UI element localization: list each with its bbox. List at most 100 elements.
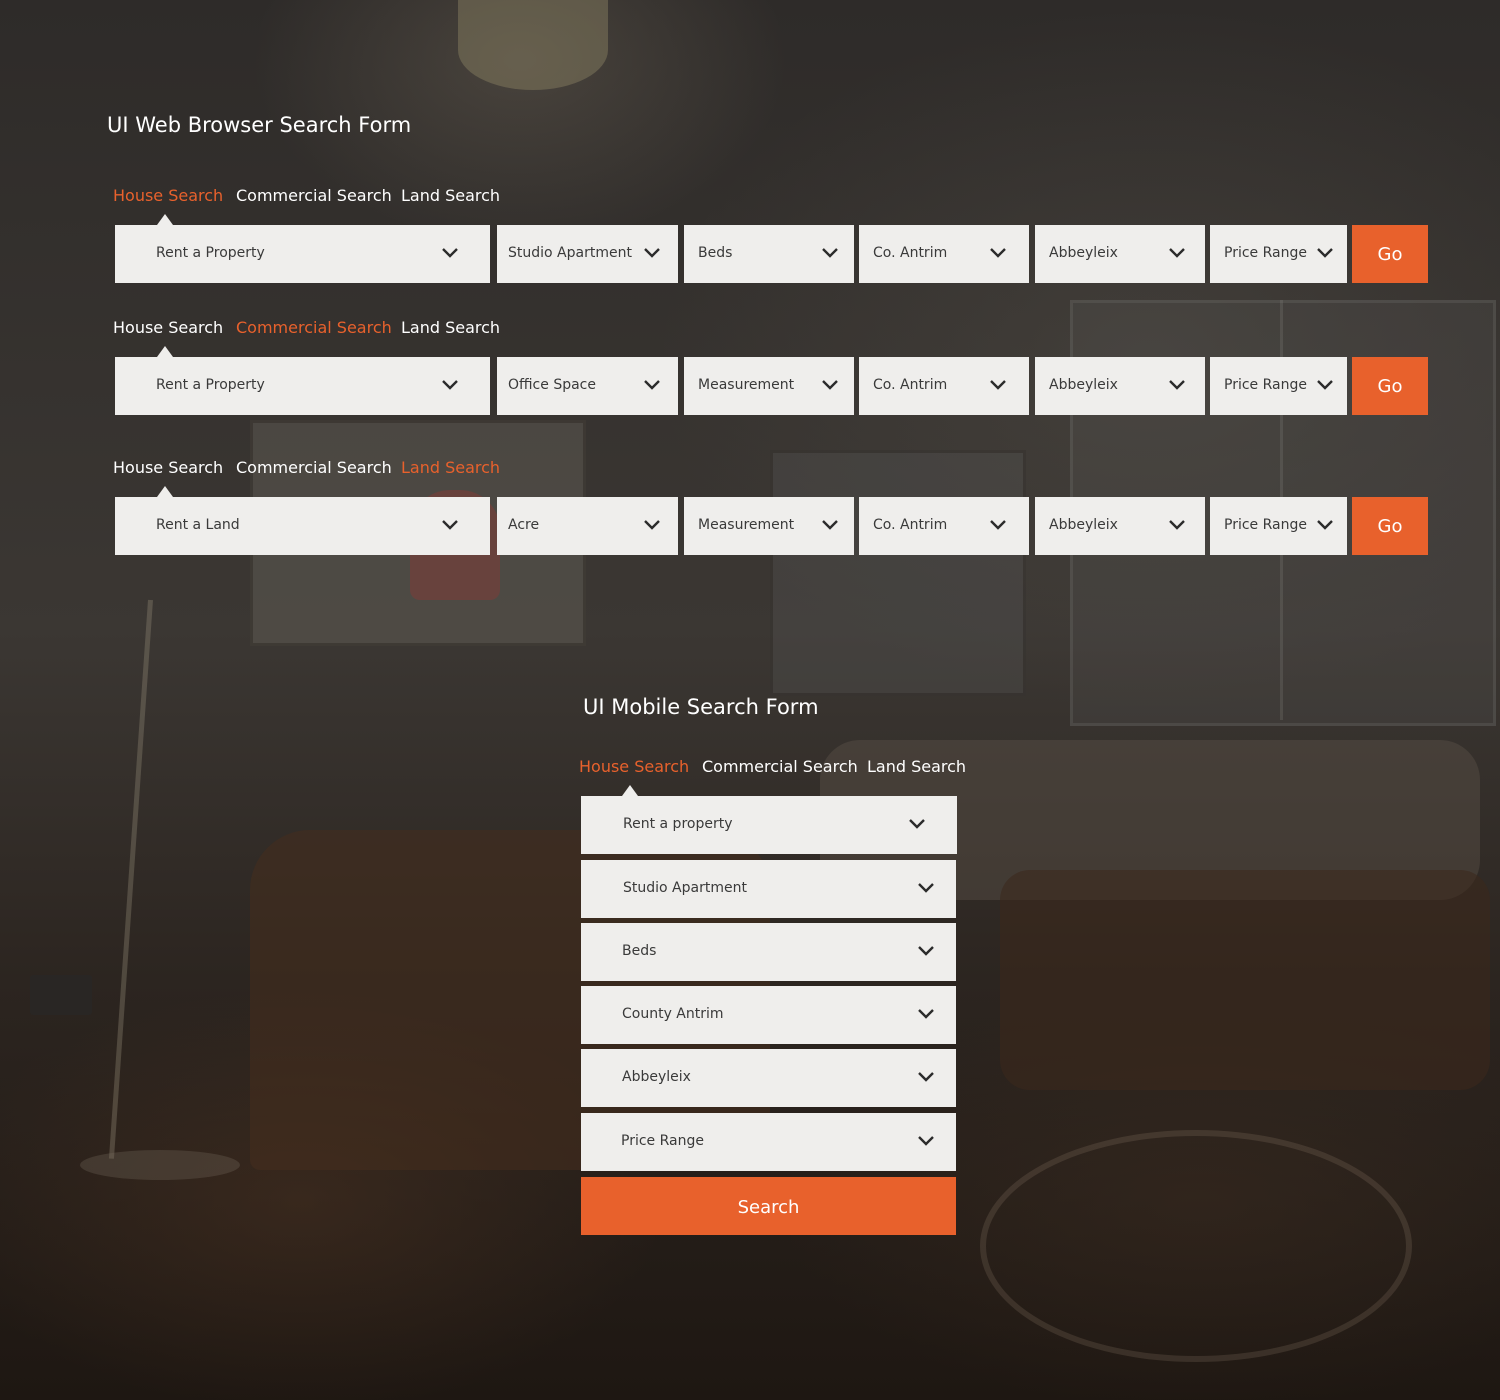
web-form-title: UI Web Browser Search Form [107,113,412,137]
chevron-down-icon [989,247,1007,259]
tab-commercial-search[interactable]: Commercial Search [236,318,392,337]
select-value: County Antrim [622,1006,724,1022]
transaction-select[interactable]: Rent a Land [115,497,490,555]
chevron-down-icon [643,379,661,391]
chevron-down-icon [1316,519,1334,531]
chevron-down-icon [821,247,839,259]
mobile-tabs: House Search Commercial Search Land Sear… [579,757,969,787]
town-select[interactable]: Abbeyleix [1035,497,1205,555]
floor-lamp-base [80,1150,240,1180]
chevron-down-icon [643,519,661,531]
town-select[interactable]: Abbeyleix [1035,225,1205,283]
county-select[interactable]: Co. Antrim [859,497,1029,555]
wall-socket [30,975,92,1015]
price-range-select[interactable]: Price Range [1210,357,1347,415]
chevron-down-icon [917,1135,935,1147]
select-value: Price Range [1224,245,1307,261]
price-range-select[interactable]: Price Range [1210,225,1347,283]
chevron-down-icon [821,379,839,391]
select-value: Abbeyleix [1049,245,1118,261]
tab-land-search[interactable]: Land Search [867,757,966,776]
chevron-down-icon [908,818,926,830]
tab-land-search[interactable]: Land Search [401,318,500,337]
go-button[interactable]: Go [1352,497,1428,555]
select-value: Price Range [1224,377,1307,393]
tab-commercial-search[interactable]: Commercial Search [236,186,392,205]
beds-select[interactable]: Beds [684,225,854,283]
property-type-select[interactable]: Studio Apartment [497,225,678,283]
triangle-up-icon [157,346,173,357]
select-value: Studio Apartment [623,880,747,896]
chevron-down-icon [989,379,1007,391]
county-select[interactable]: Co. Antrim [859,225,1029,283]
chevron-down-icon [441,379,459,391]
chevron-down-icon [1168,519,1186,531]
tab-house-search[interactable]: House Search [579,757,689,776]
select-value: Rent a Land [156,517,240,533]
select-value: Price Range [621,1133,704,1149]
chevron-down-icon [917,882,935,894]
tab-land-search[interactable]: Land Search [401,186,500,205]
tab-house-search[interactable]: House Search [113,186,223,205]
property-type-select[interactable]: Studio Apartment [581,860,956,918]
select-value: Acre [508,517,540,533]
town-select[interactable]: Abbeyleix [581,1049,956,1107]
triangle-up-icon [157,486,173,497]
tab-house-search[interactable]: House Search [113,458,223,477]
go-button[interactable]: Go [1352,225,1428,283]
ottoman [1000,870,1490,1090]
select-value: Rent a Property [156,245,265,261]
beds-select[interactable]: Beds [581,923,956,981]
transaction-select[interactable]: Rent a property [581,796,957,854]
chevron-down-icon [1316,247,1334,259]
chevron-down-icon [441,247,459,259]
measurement-select[interactable]: Measurement [684,357,854,415]
town-select[interactable]: Abbeyleix [1035,357,1205,415]
select-value: Abbeyleix [622,1069,691,1085]
floor-lamp-pole [108,599,153,1159]
tab-house-search[interactable]: House Search [113,318,223,337]
ceiling-lamp-shade [458,0,608,90]
chevron-down-icon [989,519,1007,531]
select-value: Office Space [508,377,596,393]
triangle-up-icon [622,785,638,796]
wall-art-map [770,450,1026,696]
chevron-down-icon [917,1071,935,1083]
price-range-select[interactable]: Price Range [1210,497,1347,555]
transaction-select[interactable]: Rent a Property [115,357,490,415]
price-range-select[interactable]: Price Range [581,1113,956,1171]
select-value: Beds [698,245,733,261]
tab-commercial-search[interactable]: Commercial Search [236,458,392,477]
select-value: Rent a Property [156,377,265,393]
chevron-down-icon [917,945,935,957]
land-unit-select[interactable]: Acre [497,497,678,555]
select-value: Abbeyleix [1049,377,1118,393]
triangle-up-icon [157,214,173,225]
select-value: Measurement [698,377,795,393]
transaction-select[interactable]: Rent a Property [115,225,490,283]
chevron-down-icon [441,519,459,531]
select-value: Studio Apartment [508,245,632,261]
select-value: Co. Antrim [873,517,948,533]
measurement-select[interactable]: Measurement [684,497,854,555]
select-value: Co. Antrim [873,245,948,261]
tab-commercial-search[interactable]: Commercial Search [702,757,858,776]
property-type-select[interactable]: Office Space [497,357,678,415]
web-tabs-row-2: House Search Commercial Search Land Sear… [113,318,513,348]
web-tabs-row-1: House Search Commercial Search Land Sear… [113,186,513,216]
chevron-down-icon [1168,379,1186,391]
chevron-down-icon [1316,379,1334,391]
go-button[interactable]: Go [1352,357,1428,415]
rug-pattern [980,1130,1412,1362]
select-value: Beds [622,943,657,959]
web-tabs-row-3: House Search Commercial Search Land Sear… [113,458,513,488]
county-select[interactable]: County Antrim [581,986,956,1044]
select-value: Measurement [698,517,795,533]
tab-land-search[interactable]: Land Search [401,458,500,477]
search-button[interactable]: Search [581,1177,956,1235]
select-value: Co. Antrim [873,377,948,393]
county-select[interactable]: Co. Antrim [859,357,1029,415]
select-value: Price Range [1224,517,1307,533]
chevron-down-icon [821,519,839,531]
mobile-form-title: UI Mobile Search Form [583,695,819,719]
